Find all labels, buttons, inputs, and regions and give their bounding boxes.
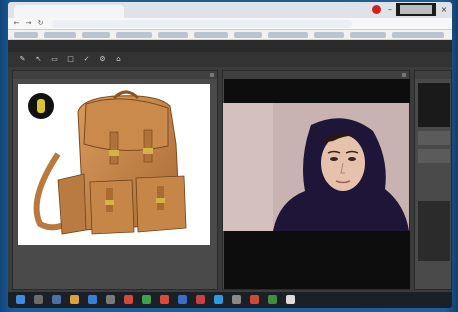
participant-face-image (223, 103, 409, 231)
forward-arrow-icon[interactable]: → (24, 19, 33, 28)
app-toolbar: ✎ ↖ ▭ □ ✓ ⚙ ⌂ (8, 52, 452, 67)
chat-icon[interactable]: ▭ (50, 55, 59, 64)
back-arrow-icon[interactable]: ← (12, 19, 21, 28)
bookmark-item[interactable] (268, 32, 308, 38)
cursor-icon[interactable]: ↖ (34, 55, 43, 64)
screen: – × ← → ↻ ✎ ↖ ▭ □ ✓ ⚙ ⌂ (8, 2, 452, 308)
video-letterbox-bottom (224, 231, 410, 289)
url-field[interactable] (52, 20, 352, 28)
settings-icon[interactable]: ⚙ (98, 55, 107, 64)
app-icon[interactable] (286, 295, 295, 304)
app-icon[interactable] (250, 295, 259, 304)
app-title-bar (8, 40, 452, 52)
record-indicator-icon[interactable] (372, 5, 381, 14)
panel-menu-icon[interactable] (402, 73, 406, 77)
app-icon[interactable] (268, 295, 277, 304)
app-icon[interactable] (196, 295, 205, 304)
browser-tab[interactable] (14, 5, 124, 18)
panel-menu-icon[interactable] (210, 73, 214, 77)
bookmark-item[interactable] (82, 32, 110, 38)
taskbar (8, 292, 452, 308)
app-icon[interactable] (214, 295, 223, 304)
square-icon[interactable]: □ (66, 55, 75, 64)
shared-content-panel (12, 70, 218, 290)
participant-video (223, 103, 409, 231)
bookmark-item[interactable] (158, 32, 188, 38)
edge-icon[interactable] (88, 295, 97, 304)
home-icon[interactable]: ⌂ (114, 55, 123, 64)
app-icon[interactable] (124, 295, 133, 304)
chrome-icon[interactable] (160, 295, 169, 304)
app-icon[interactable] (142, 295, 151, 304)
minimize-icon[interactable]: – (384, 4, 396, 15)
meeting-app: ✎ ↖ ▭ □ ✓ ⚙ ⌂ (8, 40, 452, 292)
pen-icon[interactable]: ✎ (18, 55, 27, 64)
app-icon[interactable] (232, 295, 241, 304)
folder-icon[interactable] (70, 295, 79, 304)
side-thumbnail[interactable] (418, 201, 450, 261)
reload-icon[interactable]: ↻ (36, 19, 45, 28)
close-icon[interactable]: × (438, 4, 450, 15)
bookmark-item[interactable] (392, 32, 444, 38)
app-icon[interactable] (178, 295, 187, 304)
bookmarks-bar (8, 30, 452, 40)
browser-tab-strip: – × (8, 2, 452, 18)
panel-header (13, 71, 217, 79)
screen-share-thumbnail[interactable] (396, 3, 436, 16)
bookmark-item[interactable] (14, 32, 38, 38)
taskview-icon[interactable] (52, 295, 61, 304)
check-icon[interactable]: ✓ (82, 55, 91, 64)
side-row (418, 149, 450, 163)
start-icon[interactable] (16, 295, 25, 304)
leather-backpack-image (33, 90, 187, 235)
address-bar: ← → ↻ (8, 18, 452, 30)
bookmark-item[interactable] (44, 32, 76, 38)
bookmark-item[interactable] (314, 32, 344, 38)
side-thumbnail[interactable] (418, 83, 450, 127)
bookmark-item[interactable] (116, 32, 152, 38)
video-letterbox-top (224, 79, 410, 103)
app-icon[interactable] (106, 295, 115, 304)
panel-header (223, 71, 409, 79)
side-row (418, 131, 450, 145)
bookmark-item[interactable] (194, 32, 228, 38)
video-panel (222, 70, 410, 290)
side-panel (414, 70, 452, 290)
bookmark-item[interactable] (234, 32, 262, 38)
bookmark-item[interactable] (350, 32, 386, 38)
search-icon[interactable] (34, 295, 43, 304)
panel-header (415, 71, 451, 79)
product-image (18, 84, 210, 245)
